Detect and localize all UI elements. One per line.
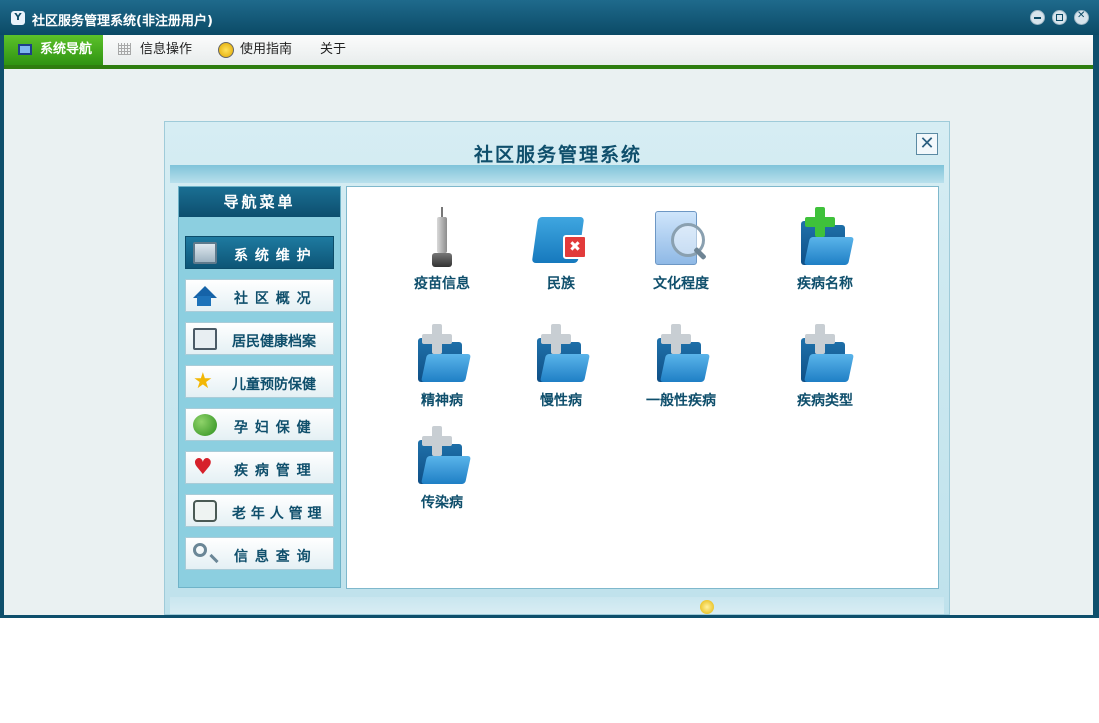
nav-item-disease-management[interactable]: ♥ 疾 病 管 理: [185, 451, 334, 484]
nav-label: 疾 病 管 理: [234, 463, 312, 479]
nav-label: 儿童预防保健: [232, 377, 316, 393]
search-icon-handle: [209, 553, 219, 564]
title-bar[interactable]: Y 社区服务管理系统(非注册用户): [0, 0, 1099, 35]
tile-vaccine-info[interactable]: 疫苗信息: [387, 199, 497, 299]
monitor-icon: [193, 242, 217, 264]
menu-item-about[interactable]: 关于: [310, 35, 360, 65]
window-title: 社区服务管理系统(非注册用户): [32, 14, 213, 29]
app-window: Y 社区服务管理系统(非注册用户) 系统导航 信息操作 使用指南 关于 社区服务…: [0, 0, 1099, 618]
tile-mental-illness[interactable]: 精神病: [387, 316, 497, 416]
menu-item-info-ops[interactable]: 信息操作: [112, 35, 202, 65]
nav-item-community-overview[interactable]: 社 区 概 况: [185, 279, 334, 312]
monitor-icon: [18, 44, 32, 55]
nav-item-maternal-care[interactable]: 孕 妇 保 健: [185, 408, 334, 441]
nav-label: 社 区 概 况: [234, 291, 312, 307]
close-icon[interactable]: [1074, 10, 1089, 25]
dialog-header-band: [170, 165, 944, 183]
tile-chronic-disease[interactable]: 慢性病: [506, 316, 616, 416]
tile-label: 民族: [547, 276, 575, 292]
nav-label: 信 息 查 询: [234, 549, 312, 565]
nav-item-info-query[interactable]: 信 息 查 询: [185, 537, 334, 570]
tile-label: 疾病名称: [797, 276, 853, 292]
id-card-icon: [193, 500, 217, 522]
tile-label: 疫苗信息: [414, 276, 470, 292]
magnifier-icon: [651, 207, 711, 267]
close-icon[interactable]: ✕: [916, 133, 938, 155]
folder-tools-icon: ✖: [531, 207, 591, 267]
tile-label: 文化程度: [653, 276, 709, 292]
nav-panel: 导航菜单 系 统 维 护 社 区 概 况 居民健康档案 ★ 儿童预防保健 孕 妇…: [178, 186, 341, 588]
grid-icon: [118, 43, 131, 55]
menu-bar: 系统导航 信息操作 使用指南 关于: [4, 35, 1093, 69]
search-icon: [193, 543, 207, 557]
bulb-icon: [218, 42, 234, 58]
nav-item-health-records[interactable]: 居民健康档案: [185, 322, 334, 355]
nav-label: 老 年 人 管 理: [232, 506, 322, 522]
tile-education-level[interactable]: 文化程度: [626, 199, 736, 299]
menu-label: 系统导航: [40, 42, 93, 57]
tile-label: 精神病: [421, 393, 463, 409]
dialog-title: 社区服务管理系统: [473, 144, 642, 166]
tile-disease-type[interactable]: 疾病类型: [770, 316, 880, 416]
menu-item-user-guide[interactable]: 使用指南: [212, 35, 307, 65]
nav-item-elderly-management[interactable]: 老 年 人 管 理: [185, 494, 334, 527]
tile-label: 慢性病: [540, 393, 582, 409]
dialog-footer: [170, 597, 944, 614]
tile-ethnicity[interactable]: ✖ 民族: [506, 199, 616, 299]
syringe-icon: [412, 207, 472, 267]
nav-header: 导航菜单: [179, 187, 340, 217]
folder-plus-icon: [531, 324, 591, 384]
nav-label: 居民健康档案: [232, 334, 316, 350]
tile-general-disease[interactable]: 一般性疾病: [626, 316, 736, 416]
restore-icon[interactable]: [1052, 10, 1067, 25]
content-panel: 疫苗信息 ✖ 民族 文化程度 疾病名称 精神病 慢性病 一般性疾病 疾病类型 传…: [346, 186, 939, 589]
tile-disease-name[interactable]: 疾病名称: [770, 199, 880, 299]
folder-plus-icon: [651, 324, 711, 384]
star-icon: ★: [193, 369, 213, 394]
main-dialog: 社区服务管理系统 ✕ 导航菜单 系 统 维 护 社 区 概 况 居民健康档案 ★…: [164, 121, 950, 615]
nav-item-system-maintenance[interactable]: 系 统 维 护: [185, 236, 334, 269]
heart-icon: ♥: [193, 455, 213, 480]
tile-label: 疾病类型: [797, 393, 853, 409]
tile-infectious-disease[interactable]: 传染病: [387, 418, 497, 518]
menu-item-system-nav[interactable]: 系统导航: [4, 35, 103, 65]
people-icon: [193, 414, 217, 436]
menu-label: 使用指南: [240, 42, 293, 57]
app-icon: Y: [11, 11, 25, 25]
nav-item-child-care[interactable]: ★ 儿童预防保健: [185, 365, 334, 398]
tile-label: 一般性疾病: [646, 393, 716, 409]
workspace: 社区服务管理系统 ✕ 导航菜单 系 统 维 护 社 区 概 况 居民健康档案 ★…: [4, 69, 1093, 615]
status-dot-icon: [700, 600, 714, 614]
folder-plus-icon: [412, 324, 472, 384]
nav-label: 孕 妇 保 健: [234, 420, 312, 436]
home-icon-body: [197, 296, 211, 306]
minimize-icon[interactable]: [1030, 10, 1045, 25]
folder-plus-green-icon: [795, 207, 855, 267]
nav-label: 系 统 维 护: [234, 248, 312, 264]
menu-label: 信息操作: [140, 42, 193, 57]
menu-label: 关于: [320, 42, 347, 57]
folder-plus-icon: [412, 426, 472, 486]
folder-plus-icon: [795, 324, 855, 384]
tile-label: 传染病: [421, 495, 463, 511]
document-icon: [193, 328, 217, 350]
